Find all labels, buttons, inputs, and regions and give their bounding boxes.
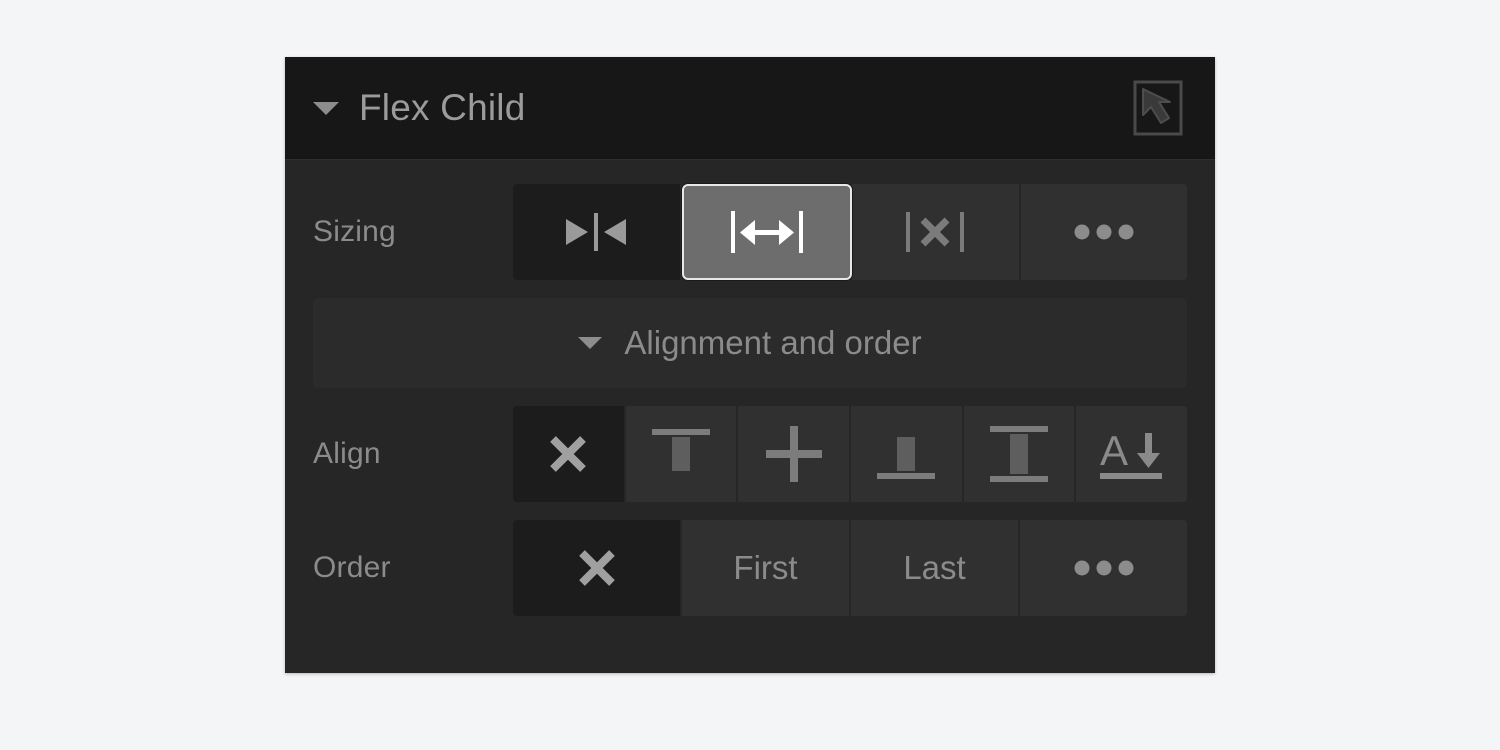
svg-text:A: A: [1100, 427, 1128, 474]
align-label: Align: [313, 437, 381, 470]
sizing-shrink-button[interactable]: [513, 184, 682, 280]
order-none-button[interactable]: [513, 520, 682, 616]
sizing-segmented-control: [513, 184, 1187, 280]
order-last-label: Last: [903, 549, 966, 586]
sizing-no-resize-button[interactable]: [852, 184, 1021, 280]
no-resize-icon: [896, 207, 974, 257]
align-none-button[interactable]: [513, 406, 626, 502]
align-stretch-button[interactable]: [963, 406, 1077, 502]
caret-down-icon[interactable]: [313, 101, 339, 115]
ellipsis-icon: [1073, 560, 1135, 576]
align-start-icon: [646, 423, 716, 485]
shrink-horizontal-icon: [554, 209, 638, 255]
align-segmented-control: A: [513, 406, 1188, 502]
align-stretch-icon: [984, 422, 1054, 486]
panel-body: Sizing Alignment and order Align A Order…: [285, 160, 1215, 642]
align-center-button[interactable]: [738, 406, 852, 502]
order-last-button[interactable]: Last: [851, 520, 1020, 616]
ellipsis-icon: [1073, 224, 1135, 240]
order-more-button[interactable]: [1020, 520, 1187, 616]
close-x-icon: [572, 543, 622, 593]
sizing-label: Sizing: [313, 215, 396, 248]
screen-root: Flex Child Sizing Alignment and order Al…: [0, 0, 1500, 750]
align-start-button[interactable]: [625, 406, 739, 502]
order-first-button[interactable]: First: [682, 520, 851, 616]
align-center-icon: [762, 422, 826, 486]
alignment-and-order-disclosure[interactable]: Alignment and order: [313, 298, 1187, 388]
alignment-and-order-label: Alignment and order: [624, 324, 922, 361]
page-title: Flex Child: [359, 87, 526, 128]
sizing-grow-button[interactable]: [681, 184, 852, 280]
sizing-row: Sizing: [313, 184, 1187, 280]
order-label: Order: [313, 551, 391, 584]
align-row: Align A: [313, 406, 1188, 502]
sizing-more-button[interactable]: [1020, 184, 1187, 280]
close-x-icon: [544, 430, 592, 478]
caret-down-icon: [578, 337, 603, 349]
panel-header[interactable]: Flex Child: [285, 57, 1215, 160]
align-end-button[interactable]: [851, 406, 964, 502]
align-baseline-icon: A: [1096, 423, 1168, 485]
flex-child-panel: Flex Child Sizing Alignment and order Al…: [285, 57, 1215, 673]
order-row: Order First Last: [313, 520, 1187, 616]
order-segmented-control: First Last: [513, 520, 1187, 616]
grow-horizontal-icon: [725, 207, 809, 257]
align-baseline-button[interactable]: A: [1076, 406, 1188, 502]
order-first-label: First: [733, 549, 798, 586]
align-end-icon: [871, 423, 941, 485]
select-parent-arrow-icon[interactable]: [1131, 79, 1189, 137]
